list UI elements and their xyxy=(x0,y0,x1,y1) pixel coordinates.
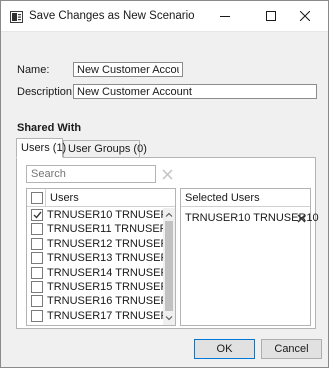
list-item[interactable]: TRNUSER12 TRNUSER12 xyxy=(27,237,175,251)
user-checkbox[interactable] xyxy=(31,266,43,279)
list-item[interactable]: TRNUSER13 TRNUSER13 xyxy=(27,251,175,265)
users-scrollbar[interactable] xyxy=(163,208,175,325)
users-list-header: Users xyxy=(27,189,175,207)
user-label: TRNUSER15 TRNUSER15 xyxy=(47,280,176,293)
scroll-up-button[interactable] xyxy=(163,208,175,220)
maximize-button[interactable] xyxy=(256,5,286,27)
users-list: Users TRNUSER10 TRNUSER10 TRNUSER11 TRNU… xyxy=(26,188,176,326)
select-all-checkbox[interactable] xyxy=(31,192,43,204)
save-scenario-dialog: Save Changes as New Scenario Name: Descr… xyxy=(0,0,329,368)
list-item[interactable]: TRNUSER14 TRNUSER14 xyxy=(27,266,175,280)
name-label: Name: xyxy=(17,64,50,76)
scroll-down-button[interactable] xyxy=(163,312,175,324)
cancel-button[interactable]: Cancel xyxy=(261,339,322,359)
tab-user-groups[interactable]: User Groups (0) xyxy=(63,140,147,158)
users-column-header: Users xyxy=(50,192,79,204)
app-icon xyxy=(10,11,23,23)
shared-with-heading: Shared With xyxy=(17,122,82,134)
search-input[interactable] xyxy=(26,165,156,183)
close-button[interactable] xyxy=(290,5,320,27)
title-bar[interactable]: Save Changes as New Scenario xyxy=(1,1,328,32)
user-label: TRNUSER10 TRNUSER10 xyxy=(47,209,176,221)
user-checkbox[interactable] xyxy=(31,237,43,250)
user-checkbox[interactable] xyxy=(31,252,43,265)
selected-users-panel: Selected Users TRNUSER10 TRNUSER10 xyxy=(180,188,319,326)
list-item[interactable]: TRNUSER17 TRNUSER17 xyxy=(27,309,175,323)
user-label: TRNUSER17 TRNUSER17 xyxy=(47,309,176,322)
tab-users[interactable]: Users (1) xyxy=(16,138,66,158)
user-checkbox[interactable] xyxy=(31,309,43,322)
user-checkbox[interactable] xyxy=(31,295,43,308)
list-item[interactable]: TRNUSER16 TRNUSER16 xyxy=(27,294,175,308)
window-title: Save Changes as New Scenario xyxy=(29,10,195,22)
user-label: TRNUSER14 TRNUSER14 xyxy=(47,266,176,279)
selected-users-header: Selected Users xyxy=(181,189,310,207)
user-checkbox[interactable] xyxy=(31,280,43,293)
scroll-thumb[interactable] xyxy=(165,221,173,311)
user-checkbox[interactable] xyxy=(31,209,43,221)
clear-search-button[interactable] xyxy=(158,165,176,183)
column-divider xyxy=(45,189,46,207)
maximize-icon xyxy=(266,11,276,21)
user-label: TRNUSER11 TRNUSER11 xyxy=(47,223,176,236)
chevron-up-icon xyxy=(165,212,173,217)
user-checkbox[interactable] xyxy=(31,223,43,236)
users-rows: TRNUSER10 TRNUSER10 TRNUSER11 TRNUSER11 … xyxy=(27,208,175,323)
minimize-button[interactable] xyxy=(210,5,240,27)
list-item[interactable]: TRNUSER11 TRNUSER11 xyxy=(27,222,175,236)
remove-selected-user-button[interactable] xyxy=(295,212,307,224)
name-field[interactable] xyxy=(73,62,183,77)
description-label: Description: xyxy=(17,86,76,98)
ok-button[interactable]: OK xyxy=(194,339,255,359)
user-label: TRNUSER12 TRNUSER12 xyxy=(47,237,176,250)
close-icon xyxy=(296,213,306,223)
chevron-down-icon xyxy=(165,315,173,320)
close-icon xyxy=(300,11,310,21)
description-field[interactable] xyxy=(73,84,317,99)
user-label: TRNUSER16 TRNUSER16 xyxy=(47,295,176,308)
user-label: TRNUSER13 TRNUSER13 xyxy=(47,252,176,265)
list-item[interactable]: TRNUSER15 TRNUSER15 xyxy=(27,280,175,294)
close-icon xyxy=(161,168,173,180)
list-item[interactable]: TRNUSER10 TRNUSER10 xyxy=(27,208,175,222)
minimize-icon xyxy=(220,16,230,17)
checkmark-icon xyxy=(33,211,42,219)
